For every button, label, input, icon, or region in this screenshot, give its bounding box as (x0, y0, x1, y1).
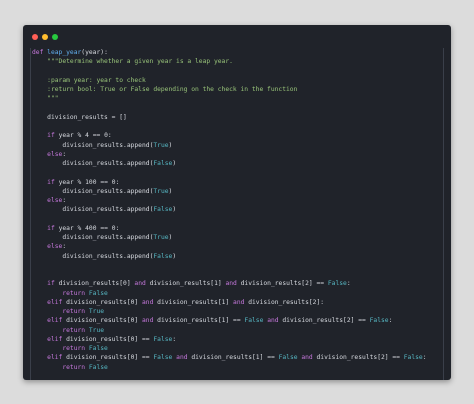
code-line: """Determine whether a given year is a l… (32, 58, 233, 66)
code-line: elif division_results[0] and division_re… (47, 317, 393, 325)
code-line: division_results.append(False) (62, 206, 177, 214)
code-line: division_results.append(True) (62, 141, 173, 149)
code-line: return False (62, 289, 108, 297)
code-line: else: (47, 197, 67, 204)
code-line: division_results = [] (47, 113, 127, 121)
code-line: division_results.append(True) (62, 187, 173, 195)
code-line: return True (62, 308, 105, 315)
code-line: division_results.append(False) (62, 160, 177, 167)
code-line: :param year: year to check (32, 76, 146, 84)
code-line: if year % 100 == 0: (47, 178, 120, 186)
code-line: def leap_year(year): (32, 49, 108, 56)
title-bar (23, 25, 451, 45)
code-line: return False (62, 345, 108, 352)
close-button[interactable] (32, 34, 38, 40)
code-line: elif division_results[0] and division_re… (47, 298, 325, 306)
code-line: division_results.append(True) (62, 234, 173, 241)
left-gutter-line (30, 48, 31, 380)
code-line: elif division_results[0] == False and di… (47, 354, 427, 362)
code-line: if year % 4 == 0: (47, 132, 112, 140)
code-editor[interactable]: def leap_year(year): """Determine whethe… (23, 48, 451, 380)
code-line: if division_results[0] and division_resu… (47, 280, 351, 288)
code-line: """ (32, 95, 59, 103)
right-margin-line (443, 48, 444, 380)
minimize-button[interactable] (42, 34, 48, 40)
code-block: def leap_year(year): """Determine whethe… (32, 48, 427, 372)
code-line: else: (47, 150, 67, 158)
maximize-button[interactable] (52, 34, 58, 40)
code-line: elif division_results[0] == False: (47, 335, 177, 343)
code-line: division_results.append(False) (62, 252, 177, 260)
code-line: return True (62, 326, 105, 334)
code-line: else: (47, 243, 67, 251)
code-line: return False (62, 363, 108, 371)
code-line: if year % 400 == 0: (47, 224, 120, 232)
code-line: :return bool: True or False depending on… (32, 86, 298, 93)
code-window: def leap_year(year): """Determine whethe… (23, 25, 451, 380)
